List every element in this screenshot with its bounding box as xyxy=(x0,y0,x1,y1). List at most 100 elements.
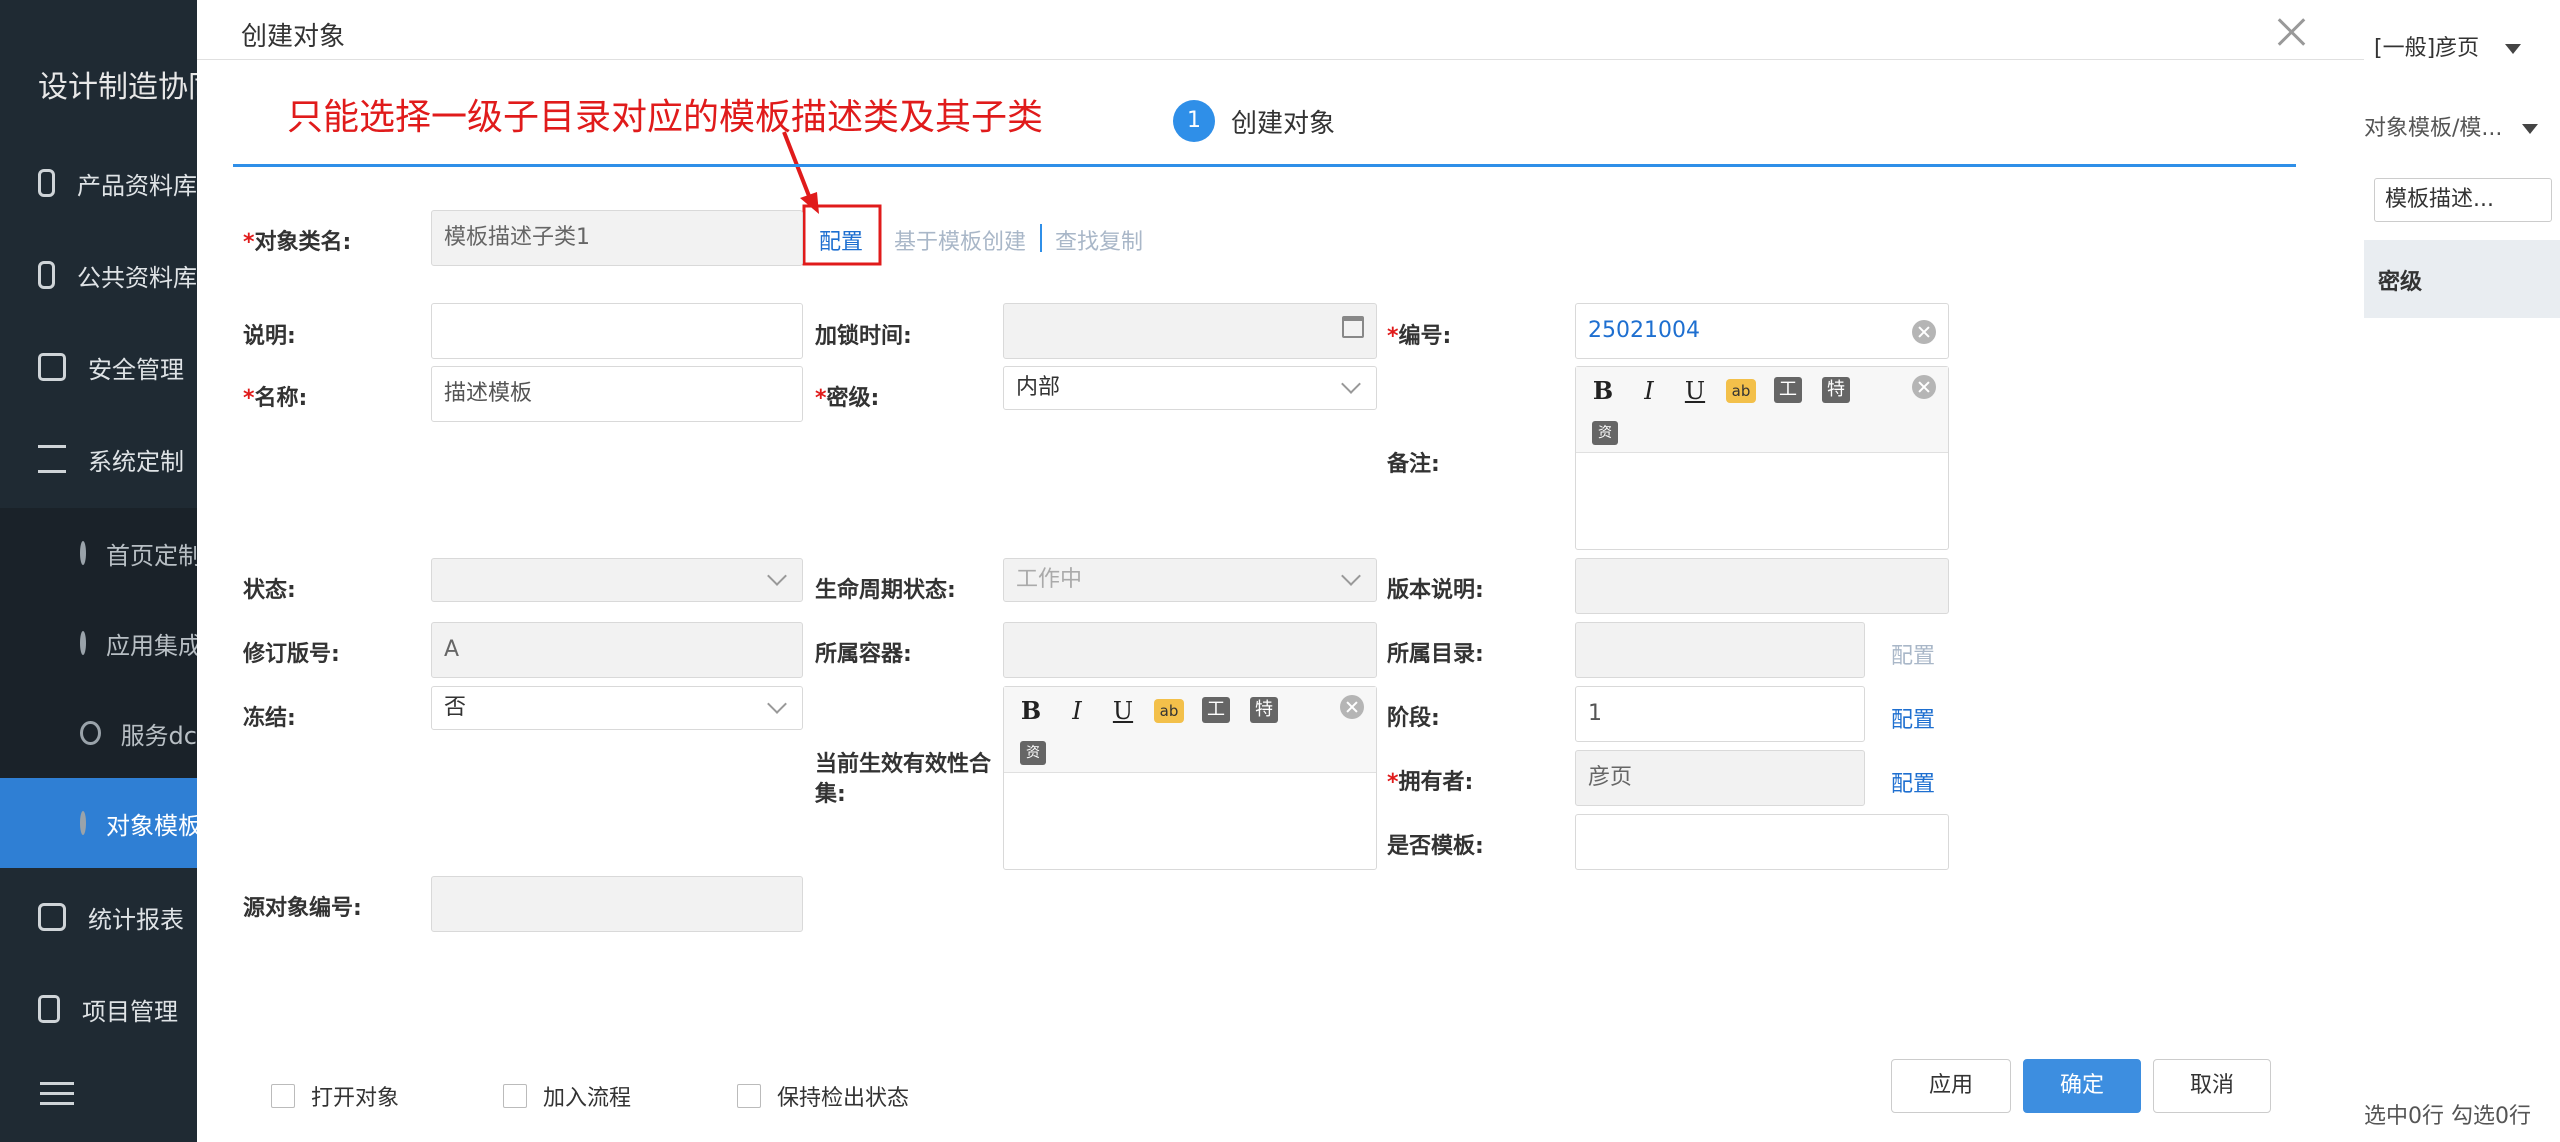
sidebar-item-system-custom[interactable]: 系统定制 xyxy=(0,414,197,504)
text-format-icon[interactable]: 工 xyxy=(1774,377,1802,403)
bold-button[interactable]: B xyxy=(1016,697,1046,725)
object-class-input[interactable]: 模板描述子类1 xyxy=(431,210,803,266)
step-label: 创建对象 xyxy=(1231,108,1336,139)
clear-icon[interactable] xyxy=(1912,320,1936,344)
sidebar-item-app-integration[interactable]: 应用集成 xyxy=(0,598,197,688)
clear-icon[interactable] xyxy=(1912,375,1936,399)
create-from-template-link[interactable]: 基于模板创建 xyxy=(894,224,1026,256)
remark-editor[interactable]: B I U ab 工 特 资 xyxy=(1575,366,1949,550)
version-note-label: 版本说明: xyxy=(1387,578,1484,603)
sidebar-item-object-template[interactable]: 对象模板 xyxy=(0,778,197,868)
cube-icon xyxy=(38,169,55,197)
template-select[interactable]: 模板描述... xyxy=(2374,178,2552,222)
underline-button[interactable]: U xyxy=(1680,377,1710,405)
underline-button[interactable]: U xyxy=(1108,697,1138,725)
security-select[interactable]: 内部 xyxy=(1003,366,1377,410)
object-class-config-link[interactable]: 配置 xyxy=(819,224,863,256)
step-number: 1 xyxy=(1173,100,1215,142)
security-label: *密级: xyxy=(815,386,880,411)
description-label: 说明: xyxy=(243,324,296,349)
revision-label: 修订版号: xyxy=(243,642,340,667)
revision-input[interactable]: A xyxy=(431,622,803,678)
dialog-header: 创建对象 xyxy=(197,0,2364,60)
spellcheck-icon[interactable]: ab xyxy=(1154,699,1184,723)
checkbox-box[interactable] xyxy=(737,1084,761,1108)
italic-button[interactable]: I xyxy=(1062,697,1092,725)
sidebar-item-home-custom[interactable]: 首页定制 xyxy=(0,508,197,598)
checkbox-box[interactable] xyxy=(271,1084,295,1108)
breadcrumb: 对象模板/模... xyxy=(2364,110,2560,142)
number-input[interactable]: 25021004 xyxy=(1575,303,1949,359)
find-copy-link[interactable]: 查找复制 xyxy=(1055,224,1143,256)
status-select[interactable] xyxy=(431,558,803,602)
app-title: 设计制造协同 xyxy=(38,70,197,105)
resource-icon[interactable]: 资 xyxy=(1592,421,1618,445)
collapse-menu-icon[interactable] xyxy=(40,1082,74,1110)
description-input[interactable] xyxy=(431,303,803,359)
version-note-input[interactable] xyxy=(1575,558,1949,614)
container-label: 所属容器: xyxy=(815,642,912,667)
user-menu[interactable]: [一般]彦页 xyxy=(2374,30,2522,62)
chevron-down-icon xyxy=(767,566,787,586)
sidebar-item-product-library[interactable]: 产品资料库 xyxy=(0,138,197,228)
cancel-button[interactable]: 取消 xyxy=(2153,1059,2271,1113)
keep-checkout-checkbox[interactable]: 保持检出状态 xyxy=(737,1080,909,1112)
special-char-icon[interactable]: 特 xyxy=(1822,377,1850,403)
create-object-dialog: 创建对象 只能选择一级子目录对应的模板描述类及其子类 1 创建对象 *对象类名:… xyxy=(197,0,2364,1142)
lock-time-label: 加锁时间: xyxy=(815,324,912,349)
name-label: *名称: xyxy=(243,386,308,411)
background-panel: [一般]彦页 对象模板/模... 模板描述... 密级 选中0行 勾选0行 xyxy=(2364,0,2560,1142)
is-template-input[interactable] xyxy=(1575,814,1949,870)
step-progress-line xyxy=(233,164,2296,167)
calendar-icon[interactable] xyxy=(1342,316,1364,338)
remark-label: 备注: xyxy=(1387,452,1440,477)
clear-icon[interactable] xyxy=(1340,695,1364,719)
remark-toolbar: B I U ab 工 特 资 xyxy=(1576,367,1948,453)
step-indicator: 1 创建对象 xyxy=(1173,100,1335,142)
special-char-icon[interactable]: 特 xyxy=(1250,697,1278,723)
italic-button[interactable]: I xyxy=(1634,377,1664,405)
link-divider xyxy=(1040,224,1042,252)
source-number-label: 源对象编号: xyxy=(243,896,362,921)
spellcheck-icon[interactable]: ab xyxy=(1726,379,1756,403)
name-input[interactable]: 描述模板 xyxy=(431,366,803,422)
selection-status: 选中0行 勾选0行 xyxy=(2364,1104,2531,1129)
directory-input[interactable] xyxy=(1575,622,1865,678)
sidebar-item-public-library[interactable]: 公共资料库 xyxy=(0,230,197,320)
directory-config-link[interactable]: 配置 xyxy=(1891,638,1935,670)
sidebar-item-reports[interactable]: 统计报表 xyxy=(0,872,197,962)
add-workflow-checkbox[interactable]: 加入流程 xyxy=(503,1080,631,1112)
source-number-input[interactable] xyxy=(431,876,803,932)
sidebar-item-service-dc[interactable]: 服务dc xyxy=(0,688,197,778)
chevron-down-icon xyxy=(767,694,787,714)
phase-label: 阶段: xyxy=(1387,706,1440,731)
close-icon[interactable] xyxy=(2276,16,2308,48)
phase-config-link[interactable]: 配置 xyxy=(1891,702,1935,734)
lock-time-input[interactable] xyxy=(1003,303,1377,359)
effectivity-toolbar: B I U ab 工 特 资 xyxy=(1004,687,1376,773)
cube-icon xyxy=(38,903,66,931)
owner-config-link[interactable]: 配置 xyxy=(1891,766,1935,798)
object-class-label: *对象类名: xyxy=(243,230,352,255)
open-object-checkbox[interactable]: 打开对象 xyxy=(271,1080,399,1112)
bold-button[interactable]: B xyxy=(1588,377,1618,405)
lifecycle-select[interactable]: 工作中 xyxy=(1003,558,1377,602)
directory-label: 所属目录: xyxy=(1387,642,1484,667)
checkbox-box[interactable] xyxy=(503,1084,527,1108)
sidebar: 设计制造协同 产品资料库 公共资料库 安全管理 系统定制 首页定制 应用集成 服… xyxy=(0,0,197,1142)
cube-icon xyxy=(80,811,86,835)
cube-icon xyxy=(38,261,55,289)
cube-icon xyxy=(80,721,101,745)
resource-icon[interactable]: 资 xyxy=(1020,741,1046,765)
frozen-select[interactable]: 否 xyxy=(431,686,803,730)
owner-input[interactable]: 彦页 xyxy=(1575,750,1865,806)
apply-button[interactable]: 应用 xyxy=(1891,1059,2011,1113)
effectivity-editor[interactable]: B I U ab 工 特 资 xyxy=(1003,686,1377,870)
chevron-down-icon xyxy=(1341,374,1361,394)
sidebar-item-project[interactable]: 项目管理 xyxy=(0,964,197,1054)
phase-input[interactable]: 1 xyxy=(1575,686,1865,742)
ok-button[interactable]: 确定 xyxy=(2023,1059,2141,1113)
text-format-icon[interactable]: 工 xyxy=(1202,697,1230,723)
container-input[interactable] xyxy=(1003,622,1377,678)
sidebar-item-security[interactable]: 安全管理 xyxy=(0,322,197,412)
